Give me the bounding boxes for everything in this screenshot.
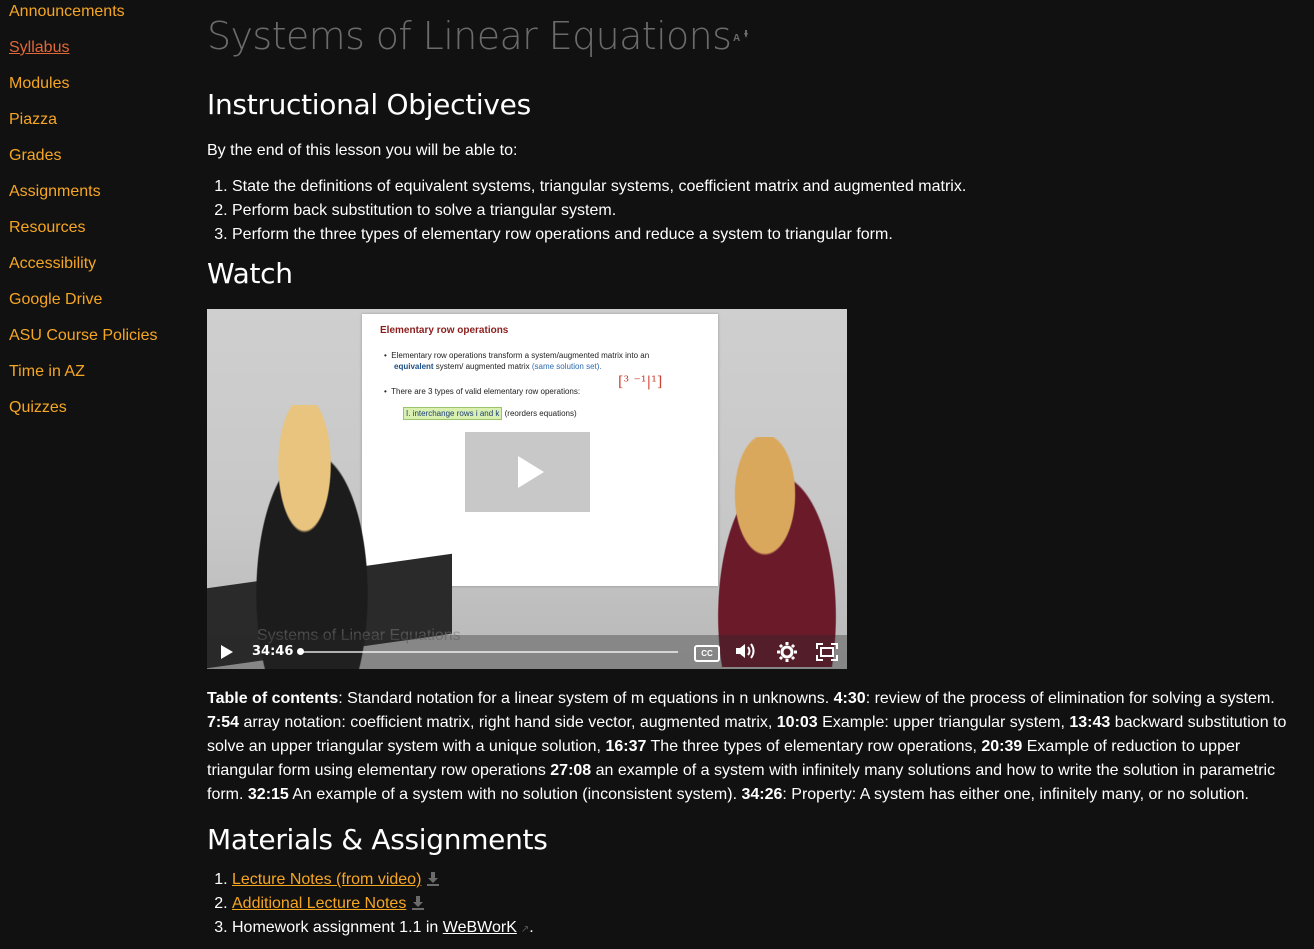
lecture-notes-link[interactable]: Lecture Notes (from video) (232, 871, 421, 888)
sidebar-item-resources[interactable]: Resources (9, 218, 85, 238)
list-item: Additional Lecture Notes (232, 892, 534, 916)
page: Announcements Syllabus Modules Piazza Gr… (0, 0, 1314, 949)
sidebar-item-announcements[interactable]: Announcements (9, 2, 125, 22)
toc-text: : Property: A system has either one, inf… (782, 786, 1249, 803)
slide-bullet: • Elementary row operations transform a … (384, 351, 650, 360)
handwritten-matrix: [³ ⁻¹|¹] (618, 374, 663, 390)
play-icon[interactable] (221, 645, 233, 659)
list-item: Lecture Notes (from video) (232, 868, 534, 892)
student-figure (702, 437, 847, 667)
external-link-icon: ↗ (520, 924, 530, 935)
video-time: 34:46 (252, 644, 294, 659)
fullscreen-icon[interactable] (816, 643, 838, 661)
toc-time: 13:43 (1069, 714, 1111, 731)
video-progress-bar[interactable] (297, 648, 678, 655)
list-item: Perform back substitution to solve a tri… (232, 199, 966, 223)
slide-bullet-cont: equivalent system/ augmented matrix (sam… (394, 362, 602, 371)
download-icon[interactable] (412, 894, 425, 910)
sidebar-item-accessibility[interactable]: Accessibility (9, 254, 96, 274)
toc-time: 16:37 (605, 738, 647, 755)
additional-notes-link[interactable]: Additional Lecture Notes (232, 895, 406, 912)
list-item: Perform the three types of elementary ro… (232, 223, 966, 247)
svg-text:A: A (733, 33, 740, 44)
sidebar-item-assignments[interactable]: Assignments (9, 182, 101, 202)
sidebar-item-time-in-az[interactable]: Time in AZ (9, 362, 85, 382)
toc-time: 10:03 (776, 714, 818, 731)
page-title: Systems of Linear Equations A (207, 14, 751, 58)
toc-time: 4:30 (833, 690, 866, 707)
objectives-intro: By the end of this lesson you will be ab… (207, 142, 518, 159)
closed-captions-icon[interactable]: CC (694, 645, 720, 662)
page-title-text: Systems of Linear Equations (207, 14, 732, 58)
homework-text: Homework assignment 1.1 in (232, 919, 443, 936)
immersive-reader-icon[interactable]: A (733, 29, 751, 48)
sidebar-item-modules[interactable]: Modules (9, 74, 69, 94)
homework-suffix: . (529, 919, 534, 936)
table-of-contents: Table of contents: Standard notation for… (207, 687, 1302, 807)
objectives-list: State the definitions of equivalent syst… (207, 175, 966, 247)
webwork-link[interactable]: WeBWorK (443, 919, 517, 936)
sidebar-item-grades[interactable]: Grades (9, 146, 61, 166)
toc-time: 34:26 (741, 786, 783, 803)
sidebar-item-piazza[interactable]: Piazza (9, 110, 57, 130)
video-controls: 34:46 CC (207, 635, 847, 669)
download-icon[interactable] (427, 870, 440, 886)
sidebar-item-asu-course-policies[interactable]: ASU Course Policies (9, 326, 158, 346)
materials-list: Lecture Notes (from video) Additional Le… (207, 868, 534, 942)
toc-time: 7:54 (207, 714, 240, 731)
toc-text: Example: upper triangular system, (817, 714, 1070, 731)
toc-intro: : Standard notation for a linear system … (338, 690, 834, 707)
play-overlay-button[interactable] (465, 432, 590, 512)
toc-time: 27:08 (550, 762, 592, 779)
materials-heading: Materials & Assignments (207, 823, 548, 856)
sidebar-item-quizzes[interactable]: Quizzes (9, 398, 67, 418)
toc-label: Table of contents (207, 690, 339, 707)
list-item: Homework assignment 1.1 in WeBWorK↗. (232, 916, 534, 942)
volume-icon[interactable] (734, 641, 758, 667)
toc-text: The three types of elementary row operat… (646, 738, 982, 755)
slide-bullet: • There are 3 types of valid elementary … (384, 387, 581, 396)
slide-highlight: I. interchange rows i and k (reorders eq… (401, 406, 579, 422)
toc-text: : review of the process of elimination f… (865, 690, 1275, 707)
sidebar-item-syllabus[interactable]: Syllabus (9, 38, 69, 58)
toc-time: 32:15 (247, 786, 289, 803)
sidebar-item-google-drive[interactable]: Google Drive (9, 290, 102, 310)
slide-title: Elementary row operations (380, 325, 509, 336)
objectives-heading: Instructional Objectives (207, 88, 531, 121)
toc-text: An example of a system with no solution … (288, 786, 742, 803)
settings-gear-icon[interactable] (776, 641, 798, 669)
watch-heading: Watch (207, 257, 293, 290)
video-player[interactable]: Elementary row operations • Elementary r… (207, 309, 847, 669)
list-item: State the definitions of equivalent syst… (232, 175, 966, 199)
progress-knob[interactable] (297, 648, 304, 655)
toc-text: array notation: coefficient matrix, righ… (239, 714, 777, 731)
toc-time: 20:39 (981, 738, 1023, 755)
